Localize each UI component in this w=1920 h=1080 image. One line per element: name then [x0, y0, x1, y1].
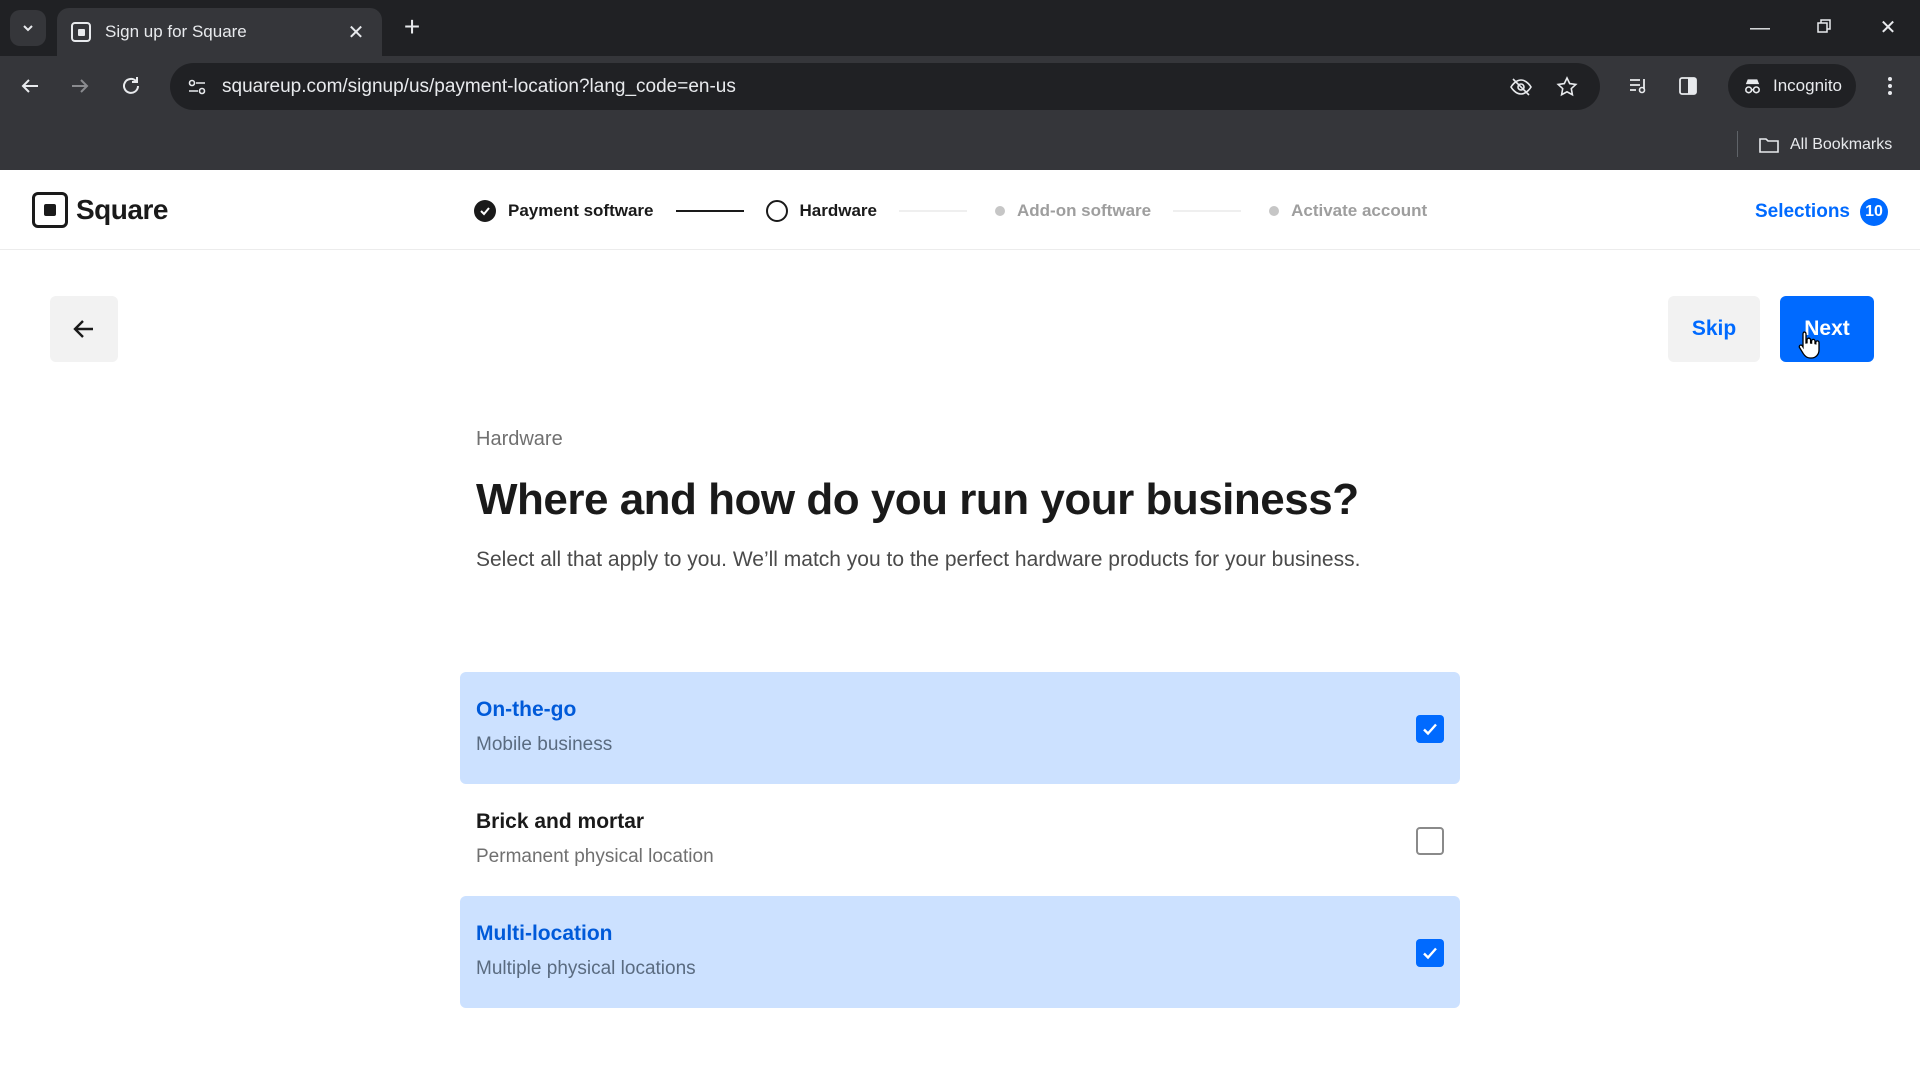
address-bar[interactable]: squareup.com/signup/us/payment-location?…: [170, 63, 1600, 110]
step-connector: [898, 210, 967, 212]
upcoming-step-dot-icon: [994, 206, 1005, 216]
square-logo[interactable]: Square: [32, 192, 168, 228]
checkmark-icon: [1423, 947, 1437, 960]
option-title: On-the-go: [476, 698, 577, 721]
incognito-label: Incognito: [1773, 76, 1842, 95]
bookmarks-bar: All Bookmarks: [0, 121, 1920, 170]
arrow-left-icon: [73, 320, 93, 338]
section-eyebrow: Hardware: [476, 428, 563, 450]
mouse-cursor-hand-icon: [1798, 331, 1820, 359]
check-circle-icon: [474, 200, 496, 222]
reload-icon[interactable]: [111, 66, 151, 106]
new-tab-button[interactable]: +: [396, 12, 428, 44]
media-controls-icon[interactable]: [1618, 66, 1658, 106]
option-title: Brick and mortar: [476, 810, 645, 833]
selections-label: Selections: [1754, 201, 1850, 222]
tab-title: Sign up for Square: [105, 22, 247, 41]
site-settings-icon[interactable]: [186, 76, 208, 98]
step-hardware: Hardware: [765, 200, 877, 222]
option-title: Multi-location: [476, 922, 613, 945]
browser-tab[interactable]: Sign up for Square ✕: [57, 8, 382, 56]
progress-stepper: Payment software Hardware Add-on softwar…: [474, 198, 1427, 224]
close-tab-icon[interactable]: ✕: [344, 20, 368, 45]
restore-icon[interactable]: [1804, 10, 1844, 46]
step-label: Activate account: [1291, 201, 1428, 220]
option-brick-and-mortar[interactable]: Brick and mortar Permanent physical loca…: [460, 784, 1460, 896]
more-menu-icon[interactable]: [1870, 66, 1910, 106]
browser-tab-bar: Sign up for Square ✕ + — ✕: [0, 0, 1920, 56]
incognito-indicator[interactable]: Incognito: [1728, 64, 1856, 108]
all-bookmarks-button[interactable]: All Bookmarks: [1758, 130, 1892, 160]
browser-toolbar: squareup.com/signup/us/payment-location?…: [0, 56, 1920, 121]
back-nav-icon[interactable]: [10, 66, 50, 106]
logo-text: Square: [76, 194, 168, 225]
tab-search-button[interactable]: [10, 10, 46, 46]
options-list: On-the-go Mobile business Brick and mort…: [460, 672, 1460, 1008]
url-text: squareup.com/signup/us/payment-location?…: [222, 75, 736, 97]
step-connector: [675, 210, 744, 212]
selections-count-badge: 10: [1860, 198, 1888, 226]
option-description: Multiple physical locations: [476, 958, 696, 979]
option-checkbox-checked[interactable]: [1416, 939, 1444, 967]
current-step-circle-icon: [765, 200, 788, 222]
option-checkbox-unchecked[interactable]: [1416, 827, 1444, 855]
option-description: Mobile business: [476, 734, 613, 755]
skip-button[interactable]: Skip: [1668, 296, 1760, 362]
close-window-icon[interactable]: ✕: [1868, 10, 1908, 46]
incognito-icon: [1745, 79, 1760, 94]
chevron-down-icon: [23, 25, 33, 32]
option-on-the-go[interactable]: On-the-go Mobile business: [460, 672, 1460, 784]
selections-button[interactable]: Selections 10: [1755, 198, 1888, 226]
option-multi-location[interactable]: Multi-location Multiple physical locatio…: [460, 896, 1460, 1008]
square-favicon-icon: [71, 22, 91, 42]
checkmark-icon: [1423, 723, 1437, 736]
step-activate-account: Activate account: [1263, 201, 1427, 221]
forward-nav-icon[interactable]: [60, 66, 100, 106]
step-label: Add-on software: [1016, 201, 1152, 220]
option-description: Permanent physical location: [476, 846, 714, 867]
step-add-on-software: Add-on software: [989, 201, 1151, 221]
side-panel-icon[interactable]: [1668, 66, 1708, 106]
signup-page: Square Payment software Hardware Add-on …: [0, 170, 1920, 1080]
page-title: Where and how do you run your business?: [476, 475, 1359, 524]
next-button[interactable]: Next: [1780, 296, 1874, 362]
step-label: Hardware: [799, 201, 877, 220]
page-subtitle: Select all that apply to you. We’ll matc…: [476, 548, 1361, 571]
all-bookmarks-label: All Bookmarks: [1790, 136, 1893, 153]
square-logo-icon: [32, 192, 68, 228]
back-button[interactable]: [50, 296, 118, 362]
bookmarks-divider: [1737, 131, 1738, 157]
step-label: Payment software: [508, 201, 654, 220]
tracking-protection-eye-off-icon[interactable]: [1504, 70, 1538, 104]
question-section: Hardware Where and how do you run your b…: [476, 428, 1476, 577]
upcoming-step-dot-icon: [1269, 206, 1280, 216]
folder-icon: [1759, 138, 1779, 153]
bookmark-star-icon[interactable]: [1550, 70, 1584, 104]
option-checkbox-checked[interactable]: [1416, 715, 1444, 743]
page-header: Square Payment software Hardware Add-on …: [0, 170, 1920, 250]
step-payment-software: Payment software: [474, 200, 654, 222]
step-connector: [1173, 210, 1242, 212]
minimize-icon[interactable]: —: [1740, 10, 1780, 46]
